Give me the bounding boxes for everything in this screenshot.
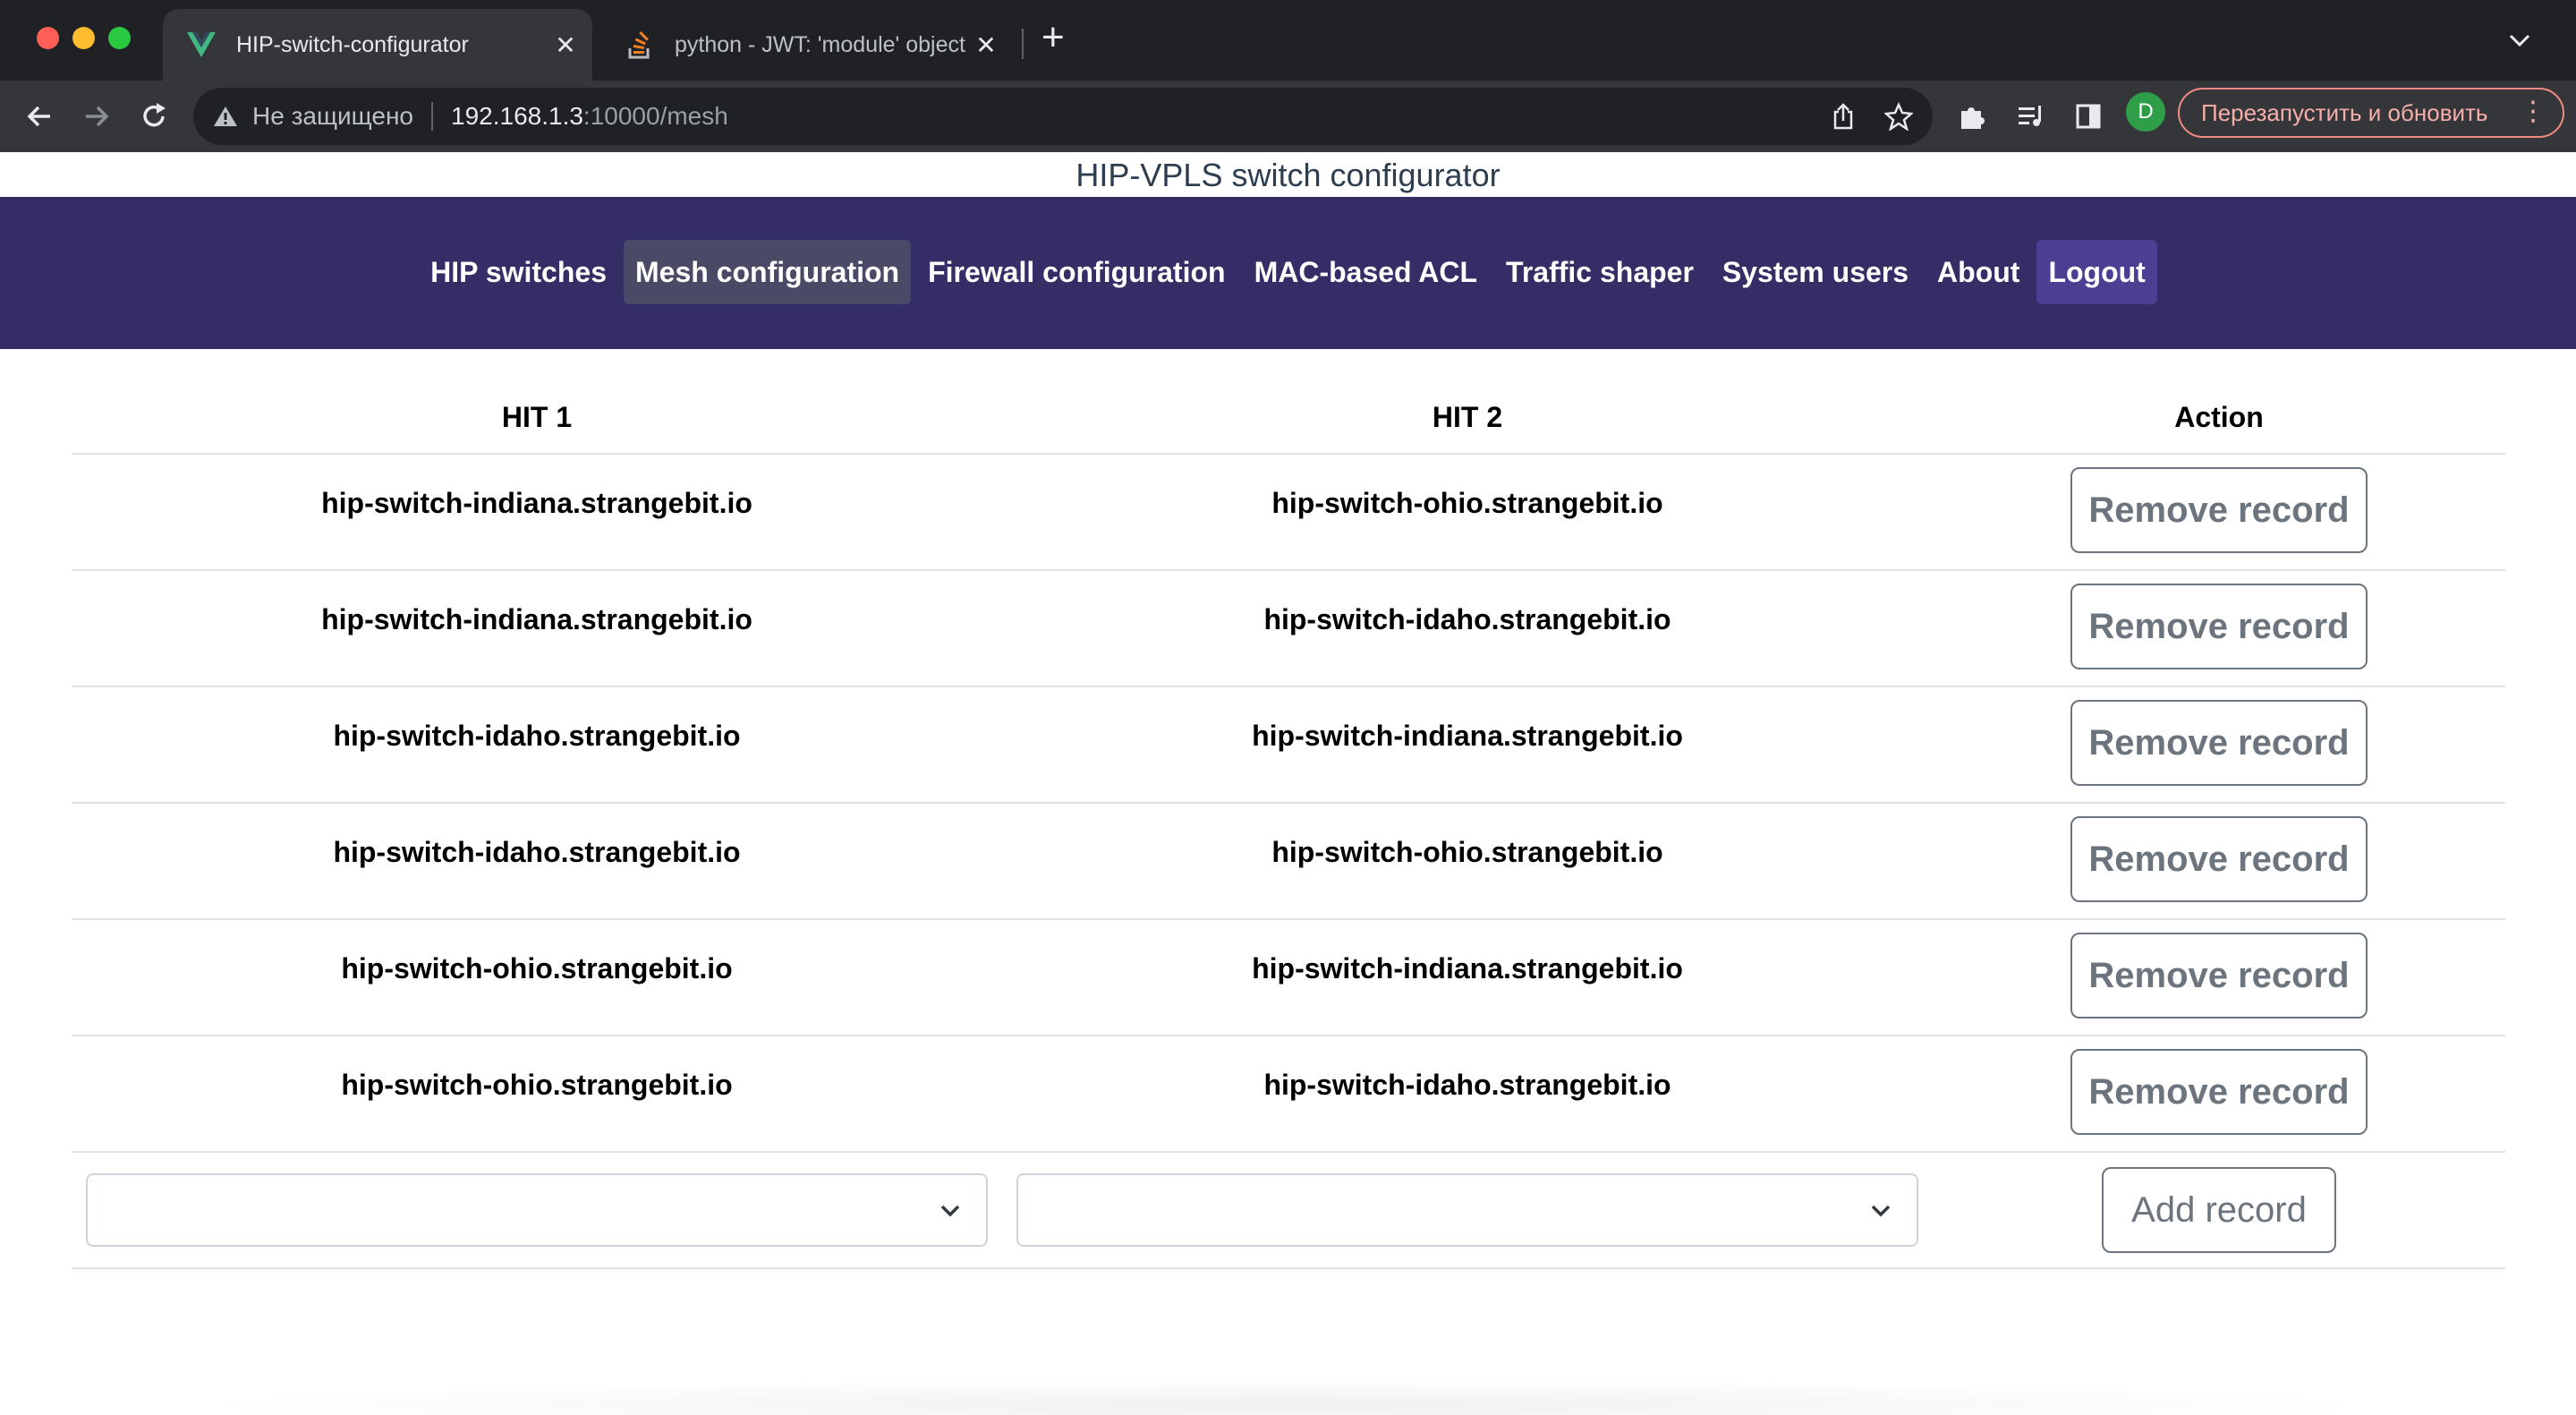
chevron-down-icon: [938, 1198, 963, 1223]
action-cell: Remove record: [1933, 571, 2505, 686]
extensions-puzzle-icon[interactable]: [1951, 95, 1994, 138]
window-close-button[interactable]: [37, 27, 59, 49]
nav-system-users[interactable]: System users: [1711, 240, 1920, 304]
hit2-cell: hip-switch-indiana.strangebit.io: [1252, 720, 1683, 752]
url-host: 192.168.1.3: [451, 102, 583, 130]
remove-record-button[interactable]: Remove record: [2070, 584, 2368, 669]
back-arrow-icon[interactable]: [16, 93, 63, 140]
hit1-cell: hip-switch-ohio.strangebit.io: [341, 1069, 733, 1101]
tab-separator: [1022, 29, 1024, 59]
table-header-row: HIT 1 HIT 2 Action: [72, 385, 2505, 455]
not-secure-warning-icon[interactable]: [213, 105, 238, 128]
header-action: Action: [2174, 401, 2264, 433]
hit1-cell: hip-switch-indiana.strangebit.io: [321, 487, 752, 519]
window-bottom-shadow: [179, 1378, 2397, 1415]
table-row: hip-switch-idaho.strangebit.io hip-switc…: [72, 804, 2505, 920]
action-cell: Remove record: [1933, 804, 2505, 918]
security-status-label: Не защищено: [252, 102, 413, 130]
side-panel-icon[interactable]: [2067, 95, 2110, 138]
nav-traffic-shaper[interactable]: Traffic shaper: [1494, 240, 1705, 304]
address-bar[interactable]: Не защищено 192.168.1.3 :10000/mesh: [193, 88, 1933, 145]
share-icon[interactable]: [1827, 100, 1859, 132]
nav-mac-based-acl[interactable]: MAC-based ACL: [1243, 240, 1489, 304]
close-tab-icon[interactable]: ✕: [970, 30, 1002, 60]
hit2-cell: hip-switch-idaho.strangebit.io: [1263, 1069, 1671, 1101]
bookmark-star-icon[interactable]: [1883, 100, 1915, 132]
remove-record-button[interactable]: Remove record: [2070, 1049, 2368, 1135]
table-row: hip-switch-ohio.strangebit.io hip-switch…: [72, 920, 2505, 1036]
more-menu-icon[interactable]: ⋮: [2520, 98, 2546, 125]
vue-logo-icon: [186, 30, 217, 60]
new-tab-button[interactable]: +: [1041, 18, 1065, 57]
remove-record-button[interactable]: Remove record: [2070, 700, 2368, 786]
relaunch-label: Перезапустить и обновить: [2201, 98, 2488, 126]
close-tab-icon[interactable]: ✕: [549, 30, 582, 60]
hit1-select-cell: [72, 1173, 1002, 1247]
window-minimize-button[interactable]: [72, 27, 95, 49]
nav-mesh-configuration[interactable]: Mesh configuration: [623, 240, 912, 304]
tab-hip-switch-configurator[interactable]: HIP-switch-configurator ✕: [163, 9, 592, 81]
forward-arrow-icon[interactable]: [73, 93, 120, 140]
hit1-cell: hip-switch-ohio.strangebit.io: [341, 952, 733, 985]
table-row: hip-switch-indiana.strangebit.io hip-swi…: [72, 455, 2505, 571]
hit2-cell: hip-switch-indiana.strangebit.io: [1252, 952, 1683, 985]
action-cell: Remove record: [1933, 920, 2505, 1035]
media-control-icon[interactable]: [2010, 95, 2053, 138]
remove-record-button[interactable]: Remove record: [2070, 816, 2368, 902]
tab-python-jwt[interactable]: python - JWT: 'module' object ✕: [601, 9, 1013, 81]
hit1-cell: hip-switch-idaho.strangebit.io: [333, 720, 741, 752]
hit2-select-cell: [1002, 1173, 1933, 1247]
header-hit2: HIT 2: [1432, 401, 1503, 433]
relaunch-update-button[interactable]: Перезапустить и обновить ⋮: [2178, 88, 2564, 138]
add-record-button[interactable]: Add record: [2102, 1167, 2336, 1253]
tab-title: python - JWT: 'module' object: [675, 31, 965, 57]
main-navbar: HIP switches Mesh configuration Firewall…: [0, 197, 2576, 349]
table-row: hip-switch-ohio.strangebit.io hip-switch…: [72, 1036, 2505, 1153]
remove-record-button[interactable]: Remove record: [2070, 933, 2368, 1019]
nav-hip-switches[interactable]: HIP switches: [419, 240, 618, 304]
tab-title: HIP-switch-configurator: [236, 31, 469, 57]
action-cell: Remove record: [1933, 1036, 2505, 1151]
hit1-cell: hip-switch-indiana.strangebit.io: [321, 603, 752, 635]
hit2-select[interactable]: [1016, 1173, 1918, 1247]
table-row: hip-switch-indiana.strangebit.io hip-swi…: [72, 571, 2505, 687]
add-record-row: Add record: [72, 1153, 2505, 1269]
nav-logout[interactable]: Logout: [2036, 240, 2157, 304]
tab-search-chevron-icon[interactable]: [2508, 25, 2531, 54]
profile-avatar[interactable]: D: [2126, 92, 2165, 132]
table-row: hip-switch-idaho.strangebit.io hip-switc…: [72, 687, 2505, 804]
hit1-cell: hip-switch-idaho.strangebit.io: [333, 836, 741, 868]
reload-icon[interactable]: [131, 93, 177, 140]
hit2-cell: hip-switch-ohio.strangebit.io: [1271, 836, 1663, 868]
hit1-select[interactable]: [86, 1173, 988, 1247]
hit2-cell: hip-switch-idaho.strangebit.io: [1263, 603, 1671, 635]
url-path: :10000/mesh: [582, 102, 728, 130]
remove-record-button[interactable]: Remove record: [2070, 467, 2368, 553]
add-action-cell: Add record: [1933, 1167, 2505, 1253]
browser-tab-bar: HIP-switch-configurator ✕ python - JWT: …: [0, 0, 2576, 81]
chevron-down-icon: [1868, 1198, 1893, 1223]
nav-firewall-configuration[interactable]: Firewall configuration: [916, 240, 1237, 304]
header-hit1: HIT 1: [501, 401, 573, 433]
action-cell: Remove record: [1933, 455, 2505, 569]
stackoverflow-logo-icon: [625, 30, 655, 60]
page-title: HIP-VPLS switch configurator: [1075, 157, 1501, 193]
nav-about[interactable]: About: [1926, 240, 2031, 304]
omnibox-divider: [431, 102, 433, 131]
hit2-cell: hip-switch-ohio.strangebit.io: [1271, 487, 1663, 519]
action-cell: Remove record: [1933, 687, 2505, 802]
window-zoom-button[interactable]: [108, 27, 131, 49]
mesh-table: HIT 1 HIT 2 Action hip-switch-indiana.st…: [72, 385, 2505, 1269]
